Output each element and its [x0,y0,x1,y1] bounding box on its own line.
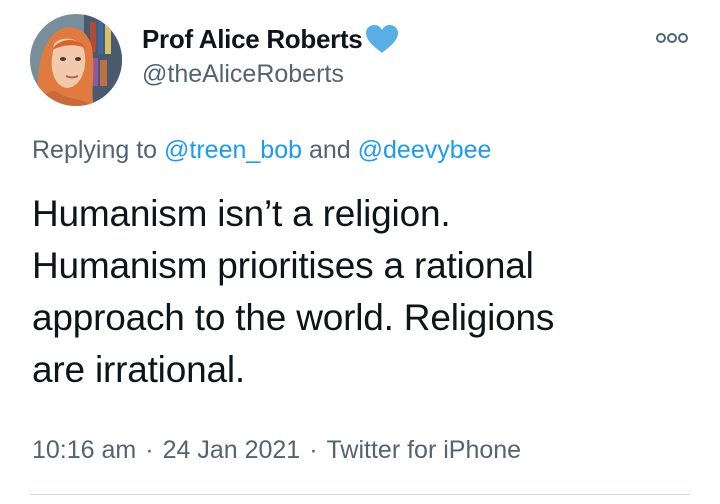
author-display-name[interactable]: Prof Alice Roberts [142,24,363,55]
avatar[interactable] [30,14,122,106]
verified-heart-icon [365,24,399,54]
more-dot [678,33,688,43]
divider [30,494,690,495]
tweet-text-line: Humanism isn’t a religion. [32,193,451,234]
tweet-text-line: are irrational. [32,349,245,390]
tweet-time[interactable]: 10:16 am [32,436,136,464]
tweet-text-line: approach to the world. Religions [32,297,555,338]
more-options-icon[interactable] [656,30,688,46]
replying-to-line: Replying to @treen_bob and @deevybee [32,136,491,165]
tweet-text-line: Humanism prioritises a rational [32,245,534,286]
more-dot [667,33,677,43]
more-dot [656,33,666,43]
tweet-source[interactable]: Twitter for iPhone [327,436,522,464]
tweet-meta: 10:16 am · 24 Jan 2021 · Twitter for iPhone [32,436,521,465]
replying-to-label: Replying to [32,136,158,164]
mention-link-1[interactable]: @treen_bob [164,136,302,164]
replying-conjunction: and [308,136,351,164]
tweet-text: Humanism isn’t a religion. Humanism prio… [32,188,692,396]
tweet-date[interactable]: 24 Jan 2021 [163,436,301,464]
avatar-image [30,14,122,106]
meta-separator: · [309,436,318,464]
meta-separator: · [145,436,154,464]
mention-link-2[interactable]: @deevybee [358,136,492,164]
author-handle[interactable]: @theAliceRoberts [142,60,344,89]
author-name-row[interactable]: Prof Alice Roberts [142,22,399,56]
tweet-card: Prof Alice Roberts @theAliceRoberts Repl… [0,0,720,504]
